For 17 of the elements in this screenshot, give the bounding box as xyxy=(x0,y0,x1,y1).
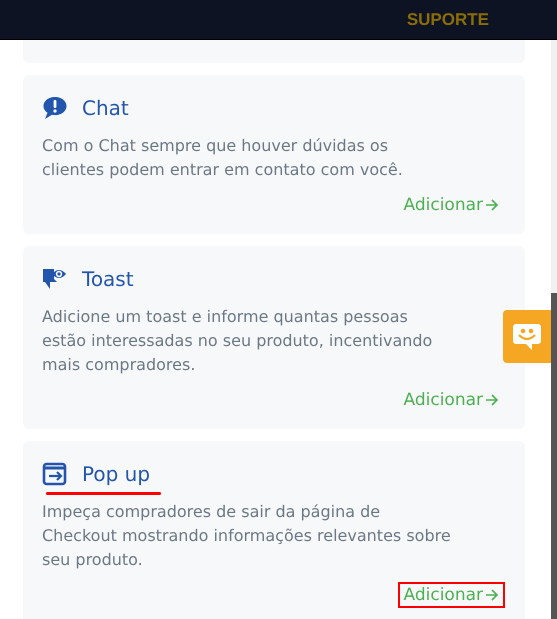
card-description: Com o Chat sempre que houver dúvidas os clientes podem entrar em contato com você. xyxy=(42,135,404,181)
add-link[interactable]: Adicionar xyxy=(398,192,505,218)
add-link[interactable]: Adicionar xyxy=(398,582,505,608)
card-title: Pop up xyxy=(82,462,150,486)
arrow-right-icon xyxy=(485,393,499,407)
chat-widget-button[interactable] xyxy=(503,310,551,363)
chat-alert-icon xyxy=(42,95,68,121)
smiley-chat-icon xyxy=(512,322,542,350)
card-description: Impeça compradores de sair da página de Checkout mostrando informações relevantes sobre seu produto. xyxy=(42,501,452,571)
exit-window-icon xyxy=(42,461,68,487)
support-link[interactable]: SUPORTE xyxy=(406,10,489,30)
arrow-right-icon xyxy=(485,588,499,602)
add-link[interactable]: Adicionar xyxy=(398,387,505,413)
card-title: Chat xyxy=(82,96,129,120)
arrow-right-icon xyxy=(485,198,499,212)
card-title: Toast xyxy=(82,267,134,291)
card-description: Adicione um toast e informe quantas pessoas estão interessadas no seu produto, incentivando mais compradores. xyxy=(42,306,434,376)
